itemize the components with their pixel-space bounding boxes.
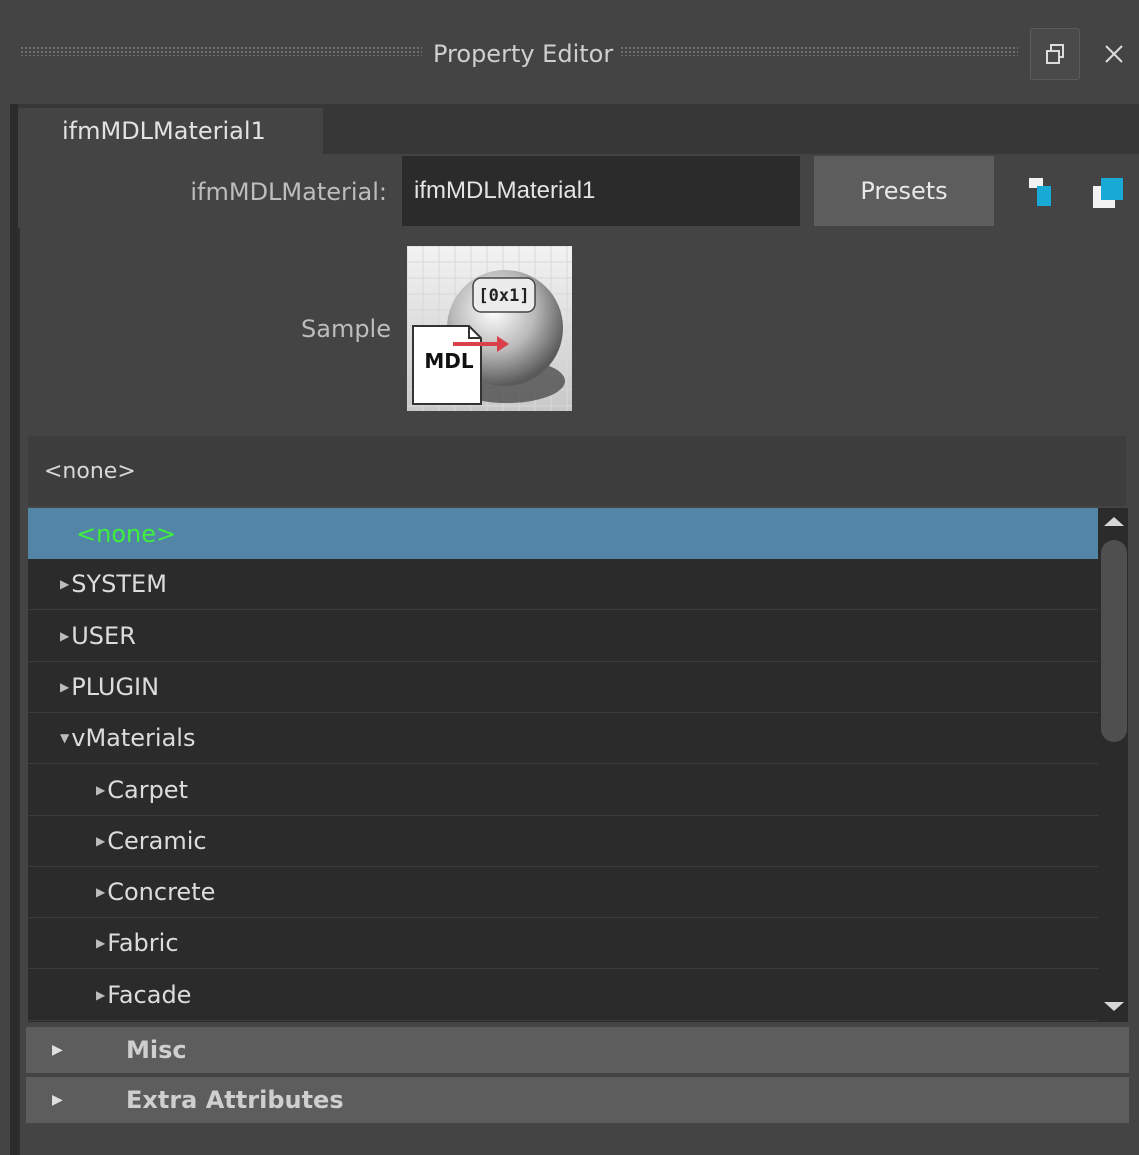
collapsed-triangle-icon[interactable]: ▶ bbox=[96, 988, 105, 1002]
collapsed-arrow-icon: ▶ bbox=[52, 1042, 63, 1058]
list-item[interactable]: ▶ SYSTEM bbox=[28, 559, 1098, 611]
focus-input-icon bbox=[1029, 178, 1051, 206]
title-grip-left[interactable] bbox=[20, 46, 422, 56]
node-name-field[interactable] bbox=[402, 156, 800, 226]
close-icon bbox=[1105, 45, 1123, 63]
list-item[interactable]: <none> bbox=[28, 508, 1098, 559]
expanded-triangle-icon[interactable]: ▼ bbox=[60, 731, 69, 745]
swatch-mdl-text: MDL bbox=[424, 349, 474, 373]
list-item[interactable]: ▶ Fabric bbox=[28, 918, 1098, 970]
list-item-label: SYSTEM bbox=[71, 570, 167, 599]
list-item-label: Fabric bbox=[107, 929, 179, 958]
sample-label: Sample bbox=[301, 315, 391, 343]
close-button[interactable] bbox=[1089, 28, 1139, 80]
list-item[interactable]: ▶ Carpet bbox=[28, 765, 1098, 816]
list-item-label: vMaterials bbox=[71, 724, 196, 753]
collapsed-arrow-icon: ▶ bbox=[52, 1092, 63, 1108]
list-item[interactable]: ▶ PLUGIN bbox=[28, 662, 1098, 713]
list-item[interactable]: ▶ Facade bbox=[28, 970, 1098, 1021]
focus-output-icon bbox=[1093, 178, 1123, 208]
collapsed-triangle-icon[interactable]: ▶ bbox=[60, 680, 69, 694]
scroll-up-icon[interactable] bbox=[1101, 512, 1127, 532]
list-item-label: Carpet bbox=[107, 775, 188, 804]
collapsed-triangle-icon[interactable]: ▶ bbox=[96, 885, 105, 899]
material-swatch-image: [0x1] MDL bbox=[407, 246, 572, 411]
list-item[interactable]: ▼ vMaterials bbox=[28, 713, 1098, 765]
section-extra-attributes[interactable]: ▶ Extra Attributes bbox=[26, 1077, 1129, 1123]
title-bar[interactable]: Property Editor bbox=[0, 0, 1139, 104]
collapsed-triangle-icon[interactable]: ▶ bbox=[96, 783, 105, 797]
list-item-label: Concrete bbox=[107, 878, 216, 907]
list-item[interactable]: ▶ Concrete bbox=[28, 867, 1098, 919]
scroll-thumb[interactable] bbox=[1101, 540, 1127, 742]
restore-button[interactable] bbox=[1030, 28, 1080, 80]
title-grip-right[interactable] bbox=[620, 46, 1018, 56]
collapsed-triangle-icon[interactable]: ▶ bbox=[96, 834, 105, 848]
show-output-connections-button[interactable] bbox=[1091, 176, 1123, 208]
list-item-label: Ceramic bbox=[107, 826, 207, 855]
collapsed-triangle-icon[interactable]: ▶ bbox=[60, 629, 69, 643]
scroll-down-icon[interactable] bbox=[1101, 996, 1127, 1016]
tab-ifmMDLMaterial1[interactable]: ifmMDLMaterial1 bbox=[18, 108, 323, 154]
frame-left-edge bbox=[10, 104, 18, 1155]
list-item-label: Facade bbox=[107, 980, 192, 1009]
collapsed-triangle-icon[interactable]: ▶ bbox=[60, 577, 69, 591]
restore-icon bbox=[1046, 44, 1064, 64]
panel-left-divider bbox=[18, 228, 20, 1155]
material-dropdown[interactable]: <none> bbox=[28, 436, 1126, 506]
presets-button[interactable]: Presets bbox=[814, 156, 994, 226]
material-sample-swatch[interactable]: [0x1] MDL bbox=[407, 246, 572, 411]
material-tree-list[interactable]: <none> ▶ SYSTEM ▶ USER ▶ PLUGIN ▼ vMaterials ▶ Car… bbox=[28, 508, 1098, 1022]
list-item[interactable]: ▶ USER bbox=[28, 611, 1098, 662]
window-title: Property Editor bbox=[433, 40, 614, 68]
list-item-label: PLUGIN bbox=[71, 672, 160, 701]
show-input-connections-button[interactable] bbox=[1027, 176, 1057, 208]
node-type-label: ifmMDLMaterial: bbox=[190, 178, 387, 206]
swatch-badge-text: [0x1] bbox=[478, 286, 529, 306]
section-label: Misc bbox=[126, 1036, 187, 1064]
section-label: Extra Attributes bbox=[126, 1086, 344, 1114]
list-item-label: USER bbox=[71, 621, 136, 650]
list-item-label: <none> bbox=[76, 519, 177, 548]
collapsed-triangle-icon[interactable]: ▶ bbox=[96, 936, 105, 950]
section-misc[interactable]: ▶ Misc bbox=[26, 1027, 1129, 1073]
list-item[interactable]: ▶ Ceramic bbox=[28, 816, 1098, 867]
